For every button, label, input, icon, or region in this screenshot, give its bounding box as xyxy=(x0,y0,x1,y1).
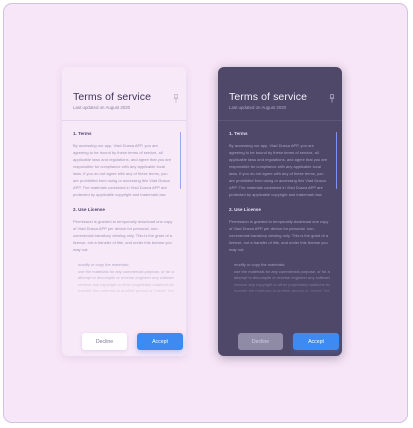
last-updated-text: Last updated on August 2020 xyxy=(229,105,287,110)
accept-button[interactable]: Accept xyxy=(137,333,183,350)
section-body-terms: By accessing our app, Vlad Dusca APP, yo… xyxy=(229,143,328,197)
header-divider xyxy=(62,120,186,121)
terms-dialog-light: Terms of service Last updated on August … xyxy=(62,67,186,356)
scrollbar[interactable] xyxy=(335,132,337,189)
content-fade xyxy=(218,262,342,322)
decline-button[interactable]: Decline xyxy=(82,333,127,350)
section-body-terms: By accessing our app, Vlad Dusca APP, yo… xyxy=(73,143,172,197)
section-body-license: Permission is granted to temporarily dow… xyxy=(73,219,173,252)
section-heading-terms: 1. Terms xyxy=(73,131,92,136)
pin-icon[interactable] xyxy=(329,94,335,103)
section-body-license: Permission is granted to temporarily dow… xyxy=(229,219,329,252)
terms-dialog-dark: Terms of service Last updated on August … xyxy=(218,67,342,356)
pin-icon[interactable] xyxy=(173,94,179,103)
scrollbar[interactable] xyxy=(179,132,181,189)
decline-button[interactable]: Decline xyxy=(238,333,283,350)
section-heading-license: 2. Use License xyxy=(73,207,105,212)
last-updated-text: Last updated on August 2020 xyxy=(73,105,131,110)
accept-button[interactable]: Accept xyxy=(293,333,339,350)
section-heading-terms: 1. Terms xyxy=(229,131,248,136)
header-divider xyxy=(218,120,342,121)
content-fade xyxy=(62,262,186,322)
section-heading-license: 2. Use License xyxy=(229,207,261,212)
dialog-title: Terms of service xyxy=(229,91,308,103)
dialog-title: Terms of service xyxy=(73,91,152,103)
canvas: Terms of service Last updated on August … xyxy=(3,3,408,423)
